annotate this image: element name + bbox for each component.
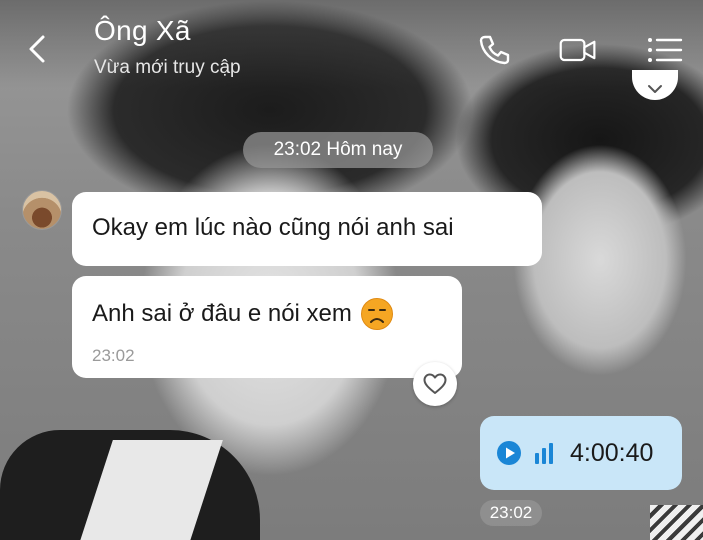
sad-face-emoji bbox=[360, 298, 393, 330]
chevron-left-icon bbox=[29, 35, 45, 63]
date-divider: 23:02 Hôm nay bbox=[243, 132, 433, 168]
voice-duration: 4:00:40 bbox=[570, 438, 654, 467]
voice-message-bubble[interactable]: 4:00:40 bbox=[480, 416, 682, 490]
contact-status: Vừa mới truy cập bbox=[94, 57, 241, 78]
background-dress-shape bbox=[650, 505, 703, 540]
video-call-button[interactable] bbox=[558, 30, 598, 70]
message-time: 23:02 bbox=[92, 346, 135, 365]
message-text: Anh sai ở đâu e nói xem bbox=[92, 300, 352, 327]
message-time: 23:02 bbox=[480, 500, 542, 526]
message-text: Okay em lúc nào cũng nói anh sai bbox=[92, 214, 454, 241]
call-button[interactable] bbox=[474, 30, 514, 70]
phone-icon bbox=[479, 35, 510, 65]
back-button[interactable] bbox=[22, 32, 52, 66]
message-bubble[interactable]: Anh sai ở đâu e nói xem 23:02 bbox=[72, 276, 462, 378]
video-camera-icon bbox=[559, 38, 596, 62]
list-menu-icon bbox=[648, 38, 683, 62]
avatar[interactable] bbox=[22, 190, 62, 230]
play-icon[interactable] bbox=[496, 440, 522, 466]
contact-name[interactable]: Ông Xã bbox=[94, 15, 191, 47]
chat-header: Ông Xã Vừa mới truy cập bbox=[0, 0, 703, 88]
audio-bars-icon bbox=[535, 443, 553, 464]
chevron-down-icon bbox=[648, 85, 662, 93]
heart-outline-icon bbox=[423, 373, 447, 394]
react-heart-button[interactable] bbox=[413, 362, 457, 406]
menu-button[interactable] bbox=[645, 30, 685, 70]
message-bubble[interactable]: Okay em lúc nào cũng nói anh sai bbox=[72, 192, 542, 266]
